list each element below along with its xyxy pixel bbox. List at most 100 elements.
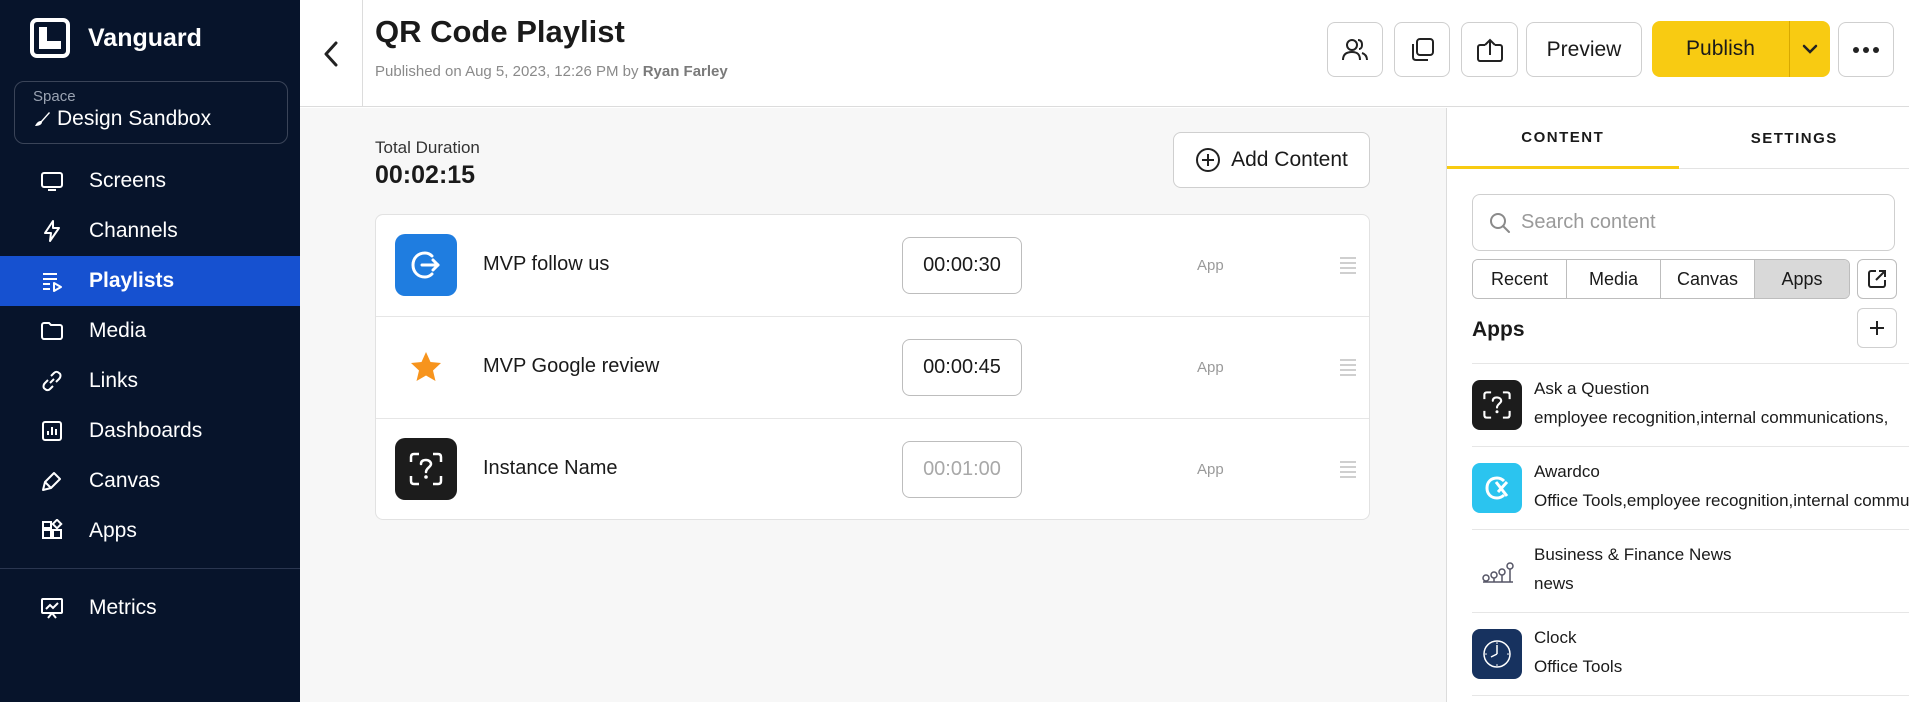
publish-options-button[interactable] bbox=[1789, 21, 1830, 77]
playlist-item[interactable]: MVP follow us 00:00:30 App bbox=[376, 215, 1369, 317]
list-item[interactable]: Ask a Question employee recognition,inte… bbox=[1472, 364, 1909, 447]
monitor-icon bbox=[40, 169, 64, 193]
sidebar-item-label: Dashboards bbox=[89, 419, 203, 442]
sidebar-item-media[interactable]: Media bbox=[0, 306, 300, 356]
brand-name: Vanguard bbox=[88, 23, 202, 52]
drag-handle-icon[interactable] bbox=[1339, 459, 1357, 479]
list-item[interactable]: Business & Finance News news bbox=[1472, 530, 1909, 613]
playlist-items: MVP follow us 00:00:30 App MVP Google re… bbox=[375, 214, 1370, 520]
copy-icon bbox=[1412, 37, 1434, 61]
sidebar-nav: Screens Channels Playlists Media Links D… bbox=[0, 156, 300, 556]
brush-icon bbox=[35, 112, 50, 126]
app-tags: news bbox=[1534, 574, 1574, 593]
filter-media[interactable]: Media bbox=[1567, 260, 1661, 298]
sidebar-item-label: Apps bbox=[89, 519, 137, 542]
add-content-label: Add Content bbox=[1231, 148, 1348, 171]
app-name: Business & Finance News bbox=[1534, 545, 1732, 564]
publish-button[interactable]: Publish bbox=[1652, 21, 1789, 77]
brush-icon bbox=[40, 469, 64, 493]
link-icon bbox=[40, 369, 64, 393]
share-users-button[interactable] bbox=[1327, 22, 1383, 77]
sidebar-item-label: Media bbox=[89, 319, 147, 342]
playlist-item[interactable]: MVP Google review 00:00:45 App bbox=[376, 317, 1369, 419]
search-icon bbox=[1490, 212, 1510, 233]
finance-news-icon bbox=[1472, 546, 1522, 596]
filter-canvas[interactable]: Canvas bbox=[1661, 260, 1755, 298]
question-scan-icon bbox=[395, 438, 457, 500]
sidebar: Vanguard Space Design Sandbox Screens Ch… bbox=[0, 0, 300, 702]
sidebar-divider bbox=[0, 568, 300, 569]
item-type: App bbox=[1197, 461, 1224, 478]
drag-handle-icon[interactable] bbox=[1339, 357, 1357, 377]
back-button[interactable] bbox=[300, 0, 363, 107]
brand[interactable]: Vanguard bbox=[30, 17, 202, 59]
add-content-button[interactable]: Add Content bbox=[1173, 132, 1370, 188]
sidebar-item-label: Canvas bbox=[89, 469, 161, 492]
list-item[interactable]: Awardco Office Tools,employee recognitio… bbox=[1472, 447, 1909, 530]
list-item[interactable]: Clock Office Tools bbox=[1472, 613, 1909, 696]
follow-us-icon bbox=[395, 234, 457, 296]
drag-handle-icon[interactable] bbox=[1339, 255, 1357, 275]
content-filters: Recent Media Canvas Apps bbox=[1472, 259, 1850, 299]
sidebar-item-metrics[interactable]: Metrics bbox=[0, 583, 300, 633]
playlist-item-name: MVP Google review bbox=[483, 355, 660, 377]
upload-button[interactable] bbox=[1461, 22, 1518, 77]
playlist-item-name: Instance Name bbox=[483, 457, 618, 479]
metrics-icon bbox=[40, 596, 64, 620]
space-selector[interactable]: Space Design Sandbox bbox=[14, 81, 288, 144]
publish-group: Publish bbox=[1652, 21, 1830, 77]
apps-icon bbox=[40, 519, 64, 543]
sidebar-item-screens[interactable]: Screens bbox=[0, 156, 300, 206]
total-duration-label: Total Duration bbox=[375, 138, 480, 157]
item-type: App bbox=[1197, 359, 1224, 376]
sidebar-item-links[interactable]: Links bbox=[0, 356, 300, 406]
more-horizontal-icon bbox=[1853, 46, 1879, 53]
item-type: App bbox=[1197, 257, 1224, 274]
star-icon bbox=[395, 336, 457, 398]
duration-input[interactable]: 00:00:45 bbox=[902, 339, 1022, 396]
awardco-icon bbox=[1472, 463, 1522, 513]
duration-input[interactable]: 00:00:30 bbox=[902, 237, 1022, 294]
apps-section-title: Apps bbox=[1472, 318, 1525, 341]
filter-recent[interactable]: Recent bbox=[1473, 260, 1567, 298]
filter-apps[interactable]: Apps bbox=[1755, 260, 1849, 298]
published-by: Ryan Farley bbox=[642, 63, 728, 80]
sidebar-item-label: Channels bbox=[89, 219, 178, 242]
panel-tabs: CONTENT SETTINGS bbox=[1447, 108, 1909, 169]
sidebar-item-apps[interactable]: Apps bbox=[0, 506, 300, 556]
preview-button[interactable]: Preview bbox=[1526, 22, 1642, 77]
app-name: Ask a Question bbox=[1534, 379, 1650, 398]
open-external-button[interactable] bbox=[1857, 259, 1897, 299]
page-header: QR Code Playlist Published on Aug 5, 202… bbox=[300, 0, 1909, 107]
duration-input[interactable]: 00:01:00 bbox=[902, 441, 1022, 498]
tab-content[interactable]: CONTENT bbox=[1447, 108, 1679, 169]
playlist-item-name: MVP follow us bbox=[483, 253, 610, 275]
app-name: Awardco bbox=[1534, 462, 1600, 481]
plus-icon bbox=[1870, 321, 1884, 335]
tab-settings[interactable]: SETTINGS bbox=[1679, 108, 1909, 169]
upload-icon bbox=[1476, 38, 1503, 62]
add-app-button[interactable] bbox=[1857, 308, 1897, 348]
external-link-icon bbox=[1868, 270, 1886, 288]
space-name: Design Sandbox bbox=[57, 107, 212, 130]
sidebar-item-channels[interactable]: Channels bbox=[0, 206, 300, 256]
app-tags: Office Tools,employee recognition,intern… bbox=[1534, 491, 1909, 510]
app-tags: employee recognition,internal communicat… bbox=[1534, 408, 1889, 427]
sidebar-item-dashboards[interactable]: Dashboards bbox=[0, 406, 300, 456]
sidebar-item-playlists[interactable]: Playlists bbox=[0, 256, 300, 306]
sidebar-item-label: Links bbox=[89, 369, 139, 392]
published-date: Published on Aug 5, 2023, 12:26 PM by bbox=[375, 63, 639, 80]
app-list: Ask a Question employee recognition,inte… bbox=[1472, 363, 1909, 696]
more-options-button[interactable] bbox=[1838, 22, 1894, 77]
sidebar-item-label: Screens bbox=[89, 169, 167, 192]
playlist-icon bbox=[40, 269, 64, 293]
sidebar-item-canvas[interactable]: Canvas bbox=[0, 456, 300, 506]
clock-icon bbox=[1472, 629, 1522, 679]
chevron-left-icon bbox=[324, 41, 338, 66]
duplicate-button[interactable] bbox=[1394, 22, 1450, 77]
search-input[interactable] bbox=[1521, 211, 1881, 234]
playlist-item[interactable]: Instance Name 00:01:00 App bbox=[376, 419, 1369, 519]
space-label: Space bbox=[33, 88, 76, 105]
users-icon bbox=[1342, 38, 1368, 60]
total-duration-value: 00:02:15 bbox=[375, 161, 476, 189]
